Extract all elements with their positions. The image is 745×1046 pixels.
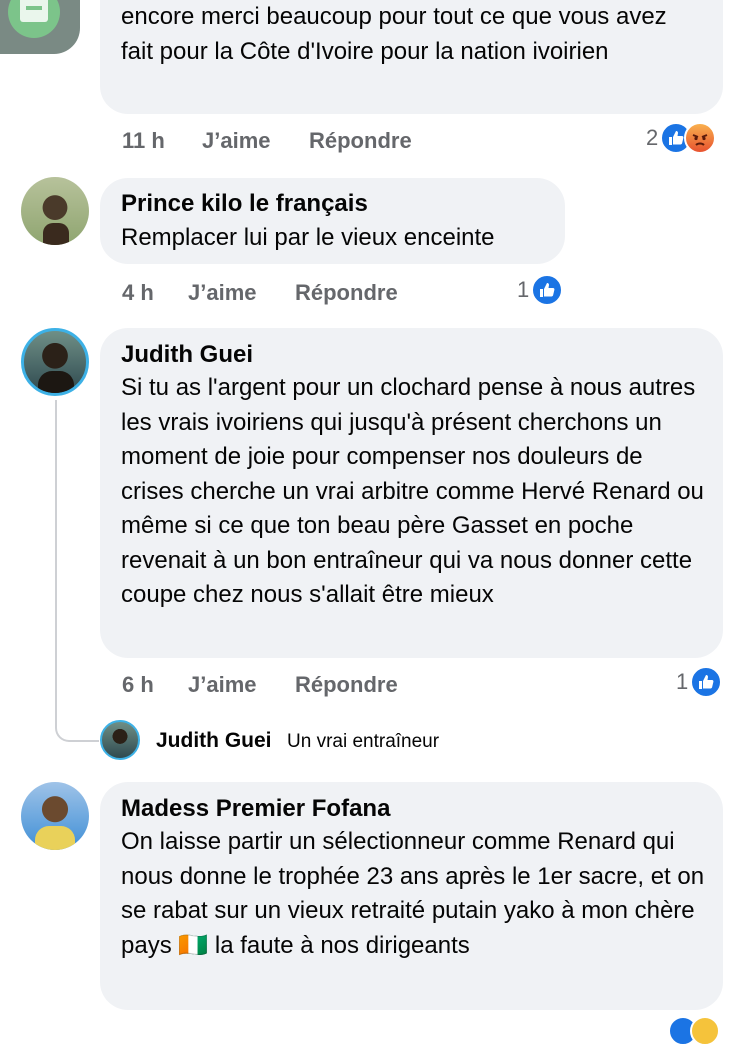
comment-text: Si tu as l'argent pour un clochard pense… <box>121 374 704 608</box>
like-button[interactable]: J’aime <box>188 670 257 700</box>
comment-text: Remplacer lui par le vieux enceinte <box>121 224 495 251</box>
comment-bubble: Prince kilo le français Remplacer lui pa… <box>100 178 565 264</box>
reaction-count: 1 <box>517 277 530 302</box>
reply-button[interactable]: Répondre <box>295 670 398 700</box>
comment-author[interactable]: Judith Guei <box>121 340 703 370</box>
app-icon[interactable] <box>0 0 80 54</box>
avatar <box>100 720 140 760</box>
like-button[interactable]: J’aime <box>202 126 271 156</box>
reaction-count: 2 <box>646 125 659 150</box>
reply-preview[interactable]: Judith Guei Un vrai entraîneur <box>100 720 520 762</box>
reply-text: Un vrai entraîneur <box>287 731 440 752</box>
comment-text: On laisse partir un sélectionneur comme … <box>121 828 705 959</box>
comment-text: encore merci beaucoup pour tout ce que v… <box>121 3 667 65</box>
avatar[interactable] <box>21 782 89 850</box>
reaction-summary[interactable]: 1 <box>517 274 564 306</box>
comment-actions: 4 h J’aime Répondre <box>122 278 522 308</box>
angry-icon <box>684 122 717 154</box>
reaction-summary[interactable]: 1 <box>676 666 723 698</box>
like-icon <box>690 666 723 698</box>
comment-time[interactable]: 4 h <box>122 278 154 308</box>
comment-actions: 6 h J’aime Répondre <box>122 670 522 700</box>
thread-line <box>55 400 99 742</box>
comment-time[interactable]: 6 h <box>122 670 154 700</box>
comment-bubble: encore merci beaucoup pour tout ce que v… <box>100 0 723 114</box>
comment-bubble: Judith Guei Si tu as l'argent pour un cl… <box>100 328 723 658</box>
avatar[interactable] <box>21 177 89 245</box>
like-icon <box>531 274 564 306</box>
comment-author[interactable]: Prince kilo le français <box>121 189 545 219</box>
document-icon <box>8 0 60 38</box>
comment-author[interactable]: Madess Premier Fofana <box>121 794 703 824</box>
avatar[interactable] <box>21 328 89 396</box>
comment-bubble: Madess Premier Fofana On laisse partir u… <box>100 782 723 1010</box>
reply-button[interactable]: Répondre <box>295 278 398 308</box>
comment-actions: 11 h J’aime Répondre <box>122 126 522 156</box>
reaction-count: 1 <box>676 669 689 694</box>
reply-button[interactable]: Répondre <box>309 126 412 156</box>
comment-time[interactable]: 11 h <box>122 126 165 156</box>
reaction-summary[interactable]: 2 <box>646 122 717 154</box>
like-button[interactable]: J’aime <box>188 278 257 308</box>
reaction-summary[interactable] <box>668 1016 728 1046</box>
reply-author[interactable]: Judith Guei <box>156 728 272 754</box>
